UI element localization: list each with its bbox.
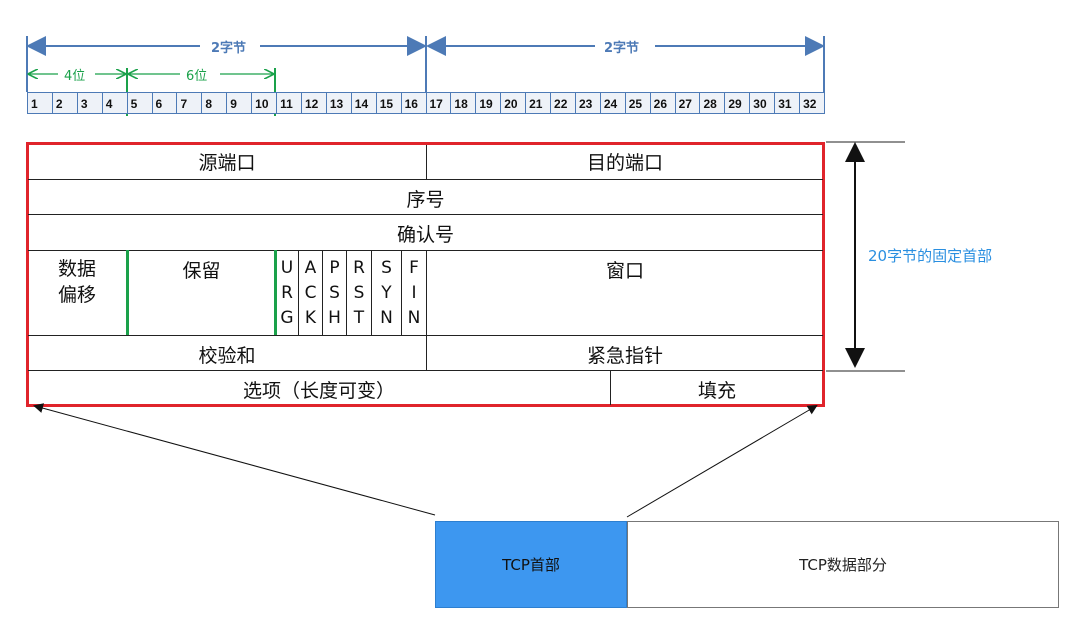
- fixed-header-size-label: 20字节的固定首部: [868, 247, 993, 265]
- tcp-data-segment: TCP数据部分: [627, 521, 1059, 608]
- tcp-header-segment: TCP首部: [435, 521, 627, 608]
